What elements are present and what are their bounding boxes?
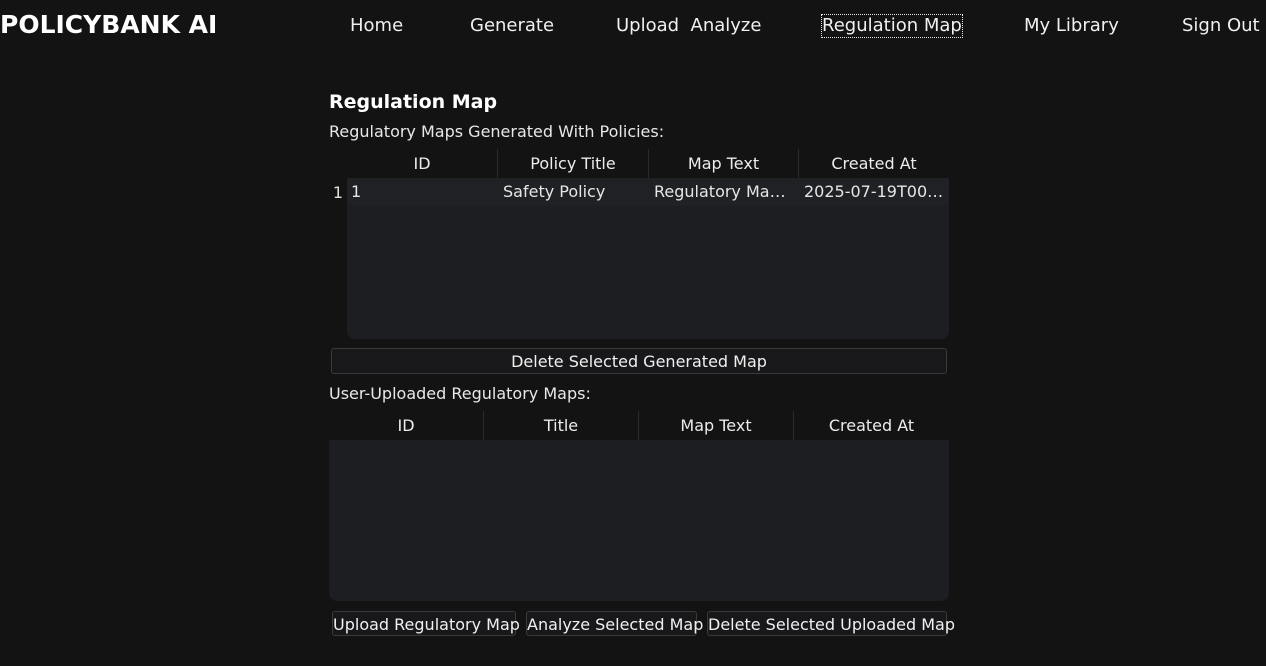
nav-home[interactable]: Home — [350, 15, 403, 37]
column-header-map-text[interactable]: Map Text — [639, 411, 794, 441]
generated-table-body[interactable]: 1 Safety Policy Regulatory Map:... 2025-… — [347, 178, 949, 339]
uploaded-maps-label: User-Uploaded Regulatory Maps: — [329, 384, 591, 403]
cell-policy-title[interactable]: Safety Policy — [498, 178, 649, 206]
page-title: Regulation Map — [329, 91, 498, 113]
nav-my-library[interactable]: My Library — [1024, 15, 1119, 37]
nav-regulation-map[interactable]: Regulation Map — [821, 14, 963, 38]
table-row[interactable]: 1 Safety Policy Regulatory Map:... 2025-… — [347, 178, 949, 206]
nav-upload-analyze[interactable]: Upload Analyze — [616, 15, 761, 37]
generated-maps-label: Regulatory Maps Generated With Policies: — [329, 122, 665, 141]
column-header-id[interactable]: ID — [329, 411, 484, 441]
column-header-map-text[interactable]: Map Text — [649, 149, 799, 179]
analyze-selected-map-button[interactable]: Analyze Selected Map — [526, 611, 703, 636]
delete-uploaded-map-button[interactable]: Delete Selected Uploaded Map — [707, 611, 955, 636]
generated-maps-table: ID Policy Title Map Text Created At 1 1 … — [329, 149, 949, 339]
column-header-created-at[interactable]: Created At — [799, 149, 949, 179]
cell-id[interactable]: 1 — [347, 178, 498, 206]
cell-created-at[interactable]: 2025-07-19T00:3... — [799, 178, 949, 206]
delete-generated-map-button[interactable]: Delete Selected Generated Map — [331, 348, 947, 374]
cell-map-text[interactable]: Regulatory Map:... — [649, 178, 799, 206]
nav-sign-out[interactable]: Sign Out — [1182, 15, 1260, 37]
uploaded-table-header: ID Title Map Text Created At — [329, 411, 949, 441]
nav-generate[interactable]: Generate — [470, 15, 554, 37]
upload-regulatory-map-button[interactable]: Upload Regulatory Map — [332, 611, 520, 636]
brand-logo: POLICYBANK AI — [0, 10, 218, 39]
column-header-policy-title[interactable]: Policy Title — [498, 149, 649, 179]
app-window: POLICYBANK AI Home Generate Upload Analy… — [0, 0, 1266, 666]
generated-table-header: ID Policy Title Map Text Created At — [347, 149, 949, 179]
uploaded-maps-table: ID Title Map Text Created At — [329, 411, 949, 601]
uploaded-table-body[interactable] — [329, 440, 949, 601]
column-header-id[interactable]: ID — [347, 149, 498, 179]
column-header-created-at[interactable]: Created At — [794, 411, 949, 441]
column-header-title[interactable]: Title — [484, 411, 639, 441]
row-number[interactable]: 1 — [329, 179, 347, 207]
